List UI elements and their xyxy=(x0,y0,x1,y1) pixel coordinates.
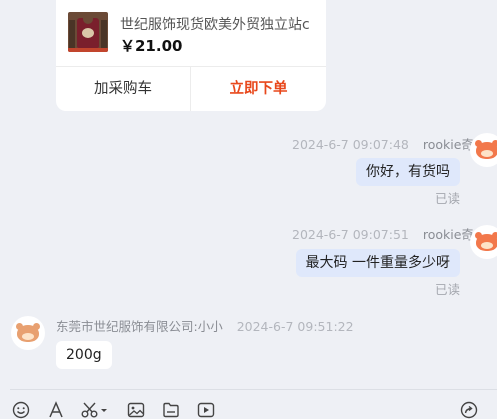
file-icon[interactable] xyxy=(162,401,180,419)
image-icon[interactable] xyxy=(127,401,145,419)
share-icon[interactable] xyxy=(460,401,478,419)
emoji-icon[interactable] xyxy=(12,401,30,419)
sender-name: 东莞市世纪服饰有限公司:小小 xyxy=(56,319,223,334)
product-card[interactable]: 世纪服饰现货欧美外贸独立站c ￥21.00 加采购车 立即下单 xyxy=(56,0,326,111)
toolbar-divider xyxy=(10,389,497,390)
avatar[interactable] xyxy=(470,133,497,167)
read-status: 已读 xyxy=(434,282,460,297)
product-thumbnail[interactable] xyxy=(68,12,108,52)
message-meta: 2024-6-7 09:07:48 rookie奇 xyxy=(292,134,474,153)
product-title[interactable]: 世纪服饰现货欧美外贸独立站c xyxy=(120,14,320,34)
sender-name: rookie奇 xyxy=(422,137,474,152)
product-price: ￥21.00 xyxy=(120,37,183,55)
message-time: 2024-6-7 09:07:48 xyxy=(292,137,409,152)
message-time: 2024-6-7 09:51:22 xyxy=(236,319,354,334)
message-bubble[interactable]: 最大码 一件重量多少呀 xyxy=(295,249,460,277)
read-status: 已读 xyxy=(434,191,460,206)
message-meta: 东莞市世纪服饰有限公司:小小 2024-6-7 09:51:22 xyxy=(56,316,354,335)
add-to-cart-button[interactable]: 加采购车 xyxy=(56,67,190,111)
sender-name: rookie奇 xyxy=(422,227,474,242)
avatar[interactable] xyxy=(470,225,497,259)
video-icon[interactable] xyxy=(197,401,215,419)
message-meta: 2024-6-7 09:07:51 rookie奇 xyxy=(292,224,474,243)
message-bubble[interactable]: 200g xyxy=(56,341,112,369)
shop-avatar[interactable] xyxy=(11,316,45,350)
message-bubble[interactable]: 你好，有货吗 xyxy=(356,158,460,186)
scissors-icon[interactable] xyxy=(81,401,109,419)
font-icon[interactable] xyxy=(47,401,65,419)
buy-now-button[interactable]: 立即下单 xyxy=(191,67,326,111)
message-time: 2024-6-7 09:07:51 xyxy=(292,227,409,242)
